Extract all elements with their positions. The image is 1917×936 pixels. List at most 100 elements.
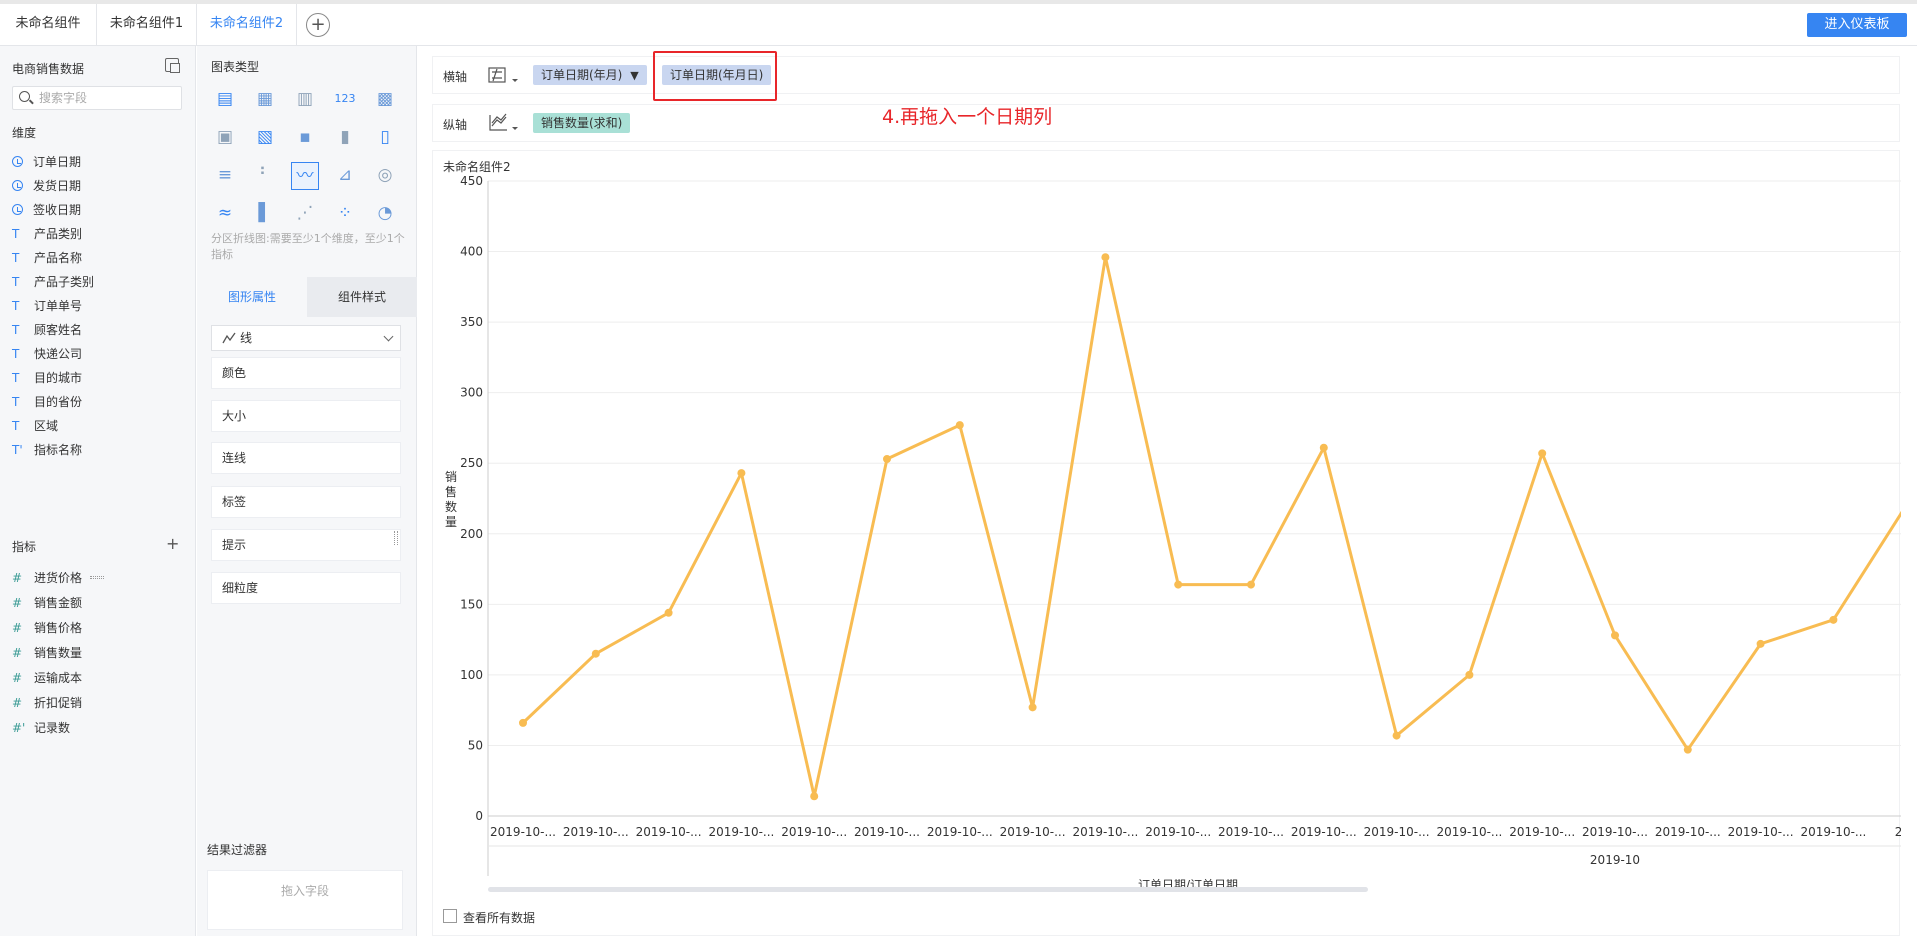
dimension-section-title: 维度 (12, 126, 37, 140)
field-search-box (12, 86, 182, 110)
y-axis-settings-icon[interactable] (487, 111, 521, 135)
component-title: 未命名组件2 (443, 160, 511, 174)
x-pill-order-date-month[interactable]: 订单日期(年月) ▼ (533, 65, 647, 85)
dimension-field[interactable]: 签收日期 (12, 198, 94, 222)
panel-resize-handle[interactable] (394, 531, 398, 545)
dimension-field[interactable]: T 产品名称 (12, 246, 94, 270)
stream-icon[interactable]: ≈ (211, 200, 239, 228)
dot-bar-icon[interactable]: ▪ (291, 124, 319, 152)
property-tooltip[interactable]: 提示 (211, 529, 401, 561)
chevron-down-icon (383, 331, 394, 342)
measure-field[interactable]: # 折扣促销 (12, 691, 82, 716)
y-pill-sales-quantity[interactable]: 销售数量(求和) (533, 113, 631, 133)
property-color[interactable]: 颜色 (211, 357, 401, 389)
property-label[interactable]: 标签 (211, 486, 401, 518)
column-chart-icon[interactable]: ▮ (331, 124, 359, 152)
tab-component-1[interactable]: 未命名组件1 (97, 4, 197, 45)
tab-graphic-properties[interactable]: 图形属性 (197, 277, 307, 317)
measure-field[interactable]: # 销售价格 (12, 616, 82, 641)
property-size[interactable]: 大小 (211, 400, 401, 432)
bubble-icon[interactable]: ⁘ (331, 200, 359, 228)
clock-icon (12, 180, 23, 191)
add-measure-icon[interactable]: + (166, 534, 179, 553)
x-tick-label: 2019-10-... (1072, 825, 1138, 839)
view-all-data-checkbox[interactable] (443, 909, 457, 923)
tab-component-style[interactable]: 组件样式 (307, 277, 417, 317)
partitioned-line-icon[interactable]: 〰 (291, 162, 319, 190)
x-tick-label: 201 (1895, 825, 1901, 839)
measure-field[interactable]: # 销售数量 (12, 641, 82, 666)
enter-dashboard-button[interactable]: 进入仪表板 (1807, 13, 1907, 37)
dimension-field[interactable]: T 产品子类别 (12, 270, 94, 294)
text-type-icon: T (12, 323, 20, 337)
measure-field[interactable]: # 进货价格 (12, 566, 82, 591)
y-tick-label: 0 (475, 809, 483, 823)
dimension-field[interactable]: T 顾客姓名 (12, 318, 94, 342)
y-tick-label: 200 (460, 527, 483, 541)
number-type-icon: # (12, 646, 23, 660)
dimension-field[interactable]: T 订单单号 (12, 294, 94, 318)
area-line-icon[interactable]: ⊿ (331, 162, 359, 190)
table-chart-icon[interactable]: ▤ (211, 86, 239, 114)
text-type-icon: T (12, 395, 20, 409)
dimension-field[interactable]: T 目的省份 (12, 390, 94, 414)
horizontal-scrollbar[interactable] (488, 887, 1368, 892)
x-group-label: 2019-10 (1590, 853, 1640, 867)
scatter-icon[interactable]: ⋰ (291, 200, 319, 228)
field-search-input[interactable] (39, 89, 179, 107)
kpi-number-icon[interactable]: 123 (331, 86, 359, 114)
dimension-field[interactable]: T 目的城市 (12, 366, 94, 390)
x-tick-label: 2019-10-... (708, 825, 774, 839)
heatmap-icon[interactable]: ▧ (251, 124, 279, 152)
y-tick-label: 400 (460, 245, 483, 259)
range-bar-icon[interactable]: ≡ (211, 162, 239, 190)
data-point (1101, 253, 1110, 262)
view-all-data-label: 查看所有数据 (463, 911, 536, 925)
dimension-list: 订单日期 发货日期 签收日期 T 产品类别 T 产品名称 T 产品子类别 T 订单单号 … (12, 150, 94, 462)
dimension-field[interactable]: 订单日期 (12, 150, 94, 174)
number-type-icon: # (12, 671, 23, 685)
result-filter-dropzone[interactable]: 拖入字段 (207, 870, 403, 930)
multi-table-icon[interactable]: ▩ (371, 86, 399, 114)
chart-panel: 0 50 100 150 200 250 300 350 400 450 销售数量 2019-10-.… (432, 150, 1901, 936)
grouped-column-icon[interactable]: ▌ (251, 200, 279, 228)
y-axis-label: 纵轴 (443, 118, 468, 132)
crosstab-chart-icon[interactable]: ▦ (251, 86, 279, 114)
y-tick-label: 450 (460, 174, 483, 188)
x-tick-label: 2019-10-... (927, 825, 993, 839)
x-tick-label: 2019-10-... (1728, 825, 1794, 839)
dimension-field[interactable]: T 产品类别 (12, 222, 94, 246)
tab-component-0[interactable]: 未命名组件 (0, 4, 97, 45)
measure-field[interactable]: #' 记录数 (12, 716, 82, 741)
app-root: 未命名组件 未命名组件1 未命名组件2 + 进入仪表板 电商销售数据 维度 订单… (0, 0, 1917, 936)
measure-field[interactable]: # 销售金额 (12, 591, 82, 616)
tab-component-2[interactable]: 未命名组件2 (197, 4, 297, 45)
dimension-field[interactable]: T 快递公司 (12, 342, 94, 366)
add-tab-icon[interactable]: + (306, 13, 330, 37)
measure-field[interactable]: # 运输成本 (12, 666, 82, 691)
bar-dot-icon[interactable]: ▣ (211, 124, 239, 152)
switch-dataset-icon[interactable] (165, 58, 180, 73)
radar-icon[interactable]: ◎ (371, 162, 399, 190)
pie-icon[interactable]: ◔ (371, 200, 399, 228)
data-point (591, 649, 600, 658)
mark-type-select[interactable]: 线 (211, 325, 401, 351)
panel-splitter-handle[interactable] (90, 576, 104, 579)
y-axis-title-char: 售 (445, 484, 457, 499)
x-axis-settings-icon[interactable] (487, 63, 521, 87)
x-tick-label: 2019-10-... (1436, 825, 1502, 839)
x-tick-label: 2019-10-... (1000, 825, 1066, 839)
filter-icon: ▼ (630, 69, 639, 82)
stacked-column-icon[interactable]: ▯ (371, 124, 399, 152)
series-line (521, 255, 1901, 798)
dimension-field[interactable]: 发货日期 (12, 174, 94, 198)
clock-icon (12, 204, 23, 215)
property-granularity[interactable]: 细粒度 (211, 572, 401, 604)
detail-table-icon[interactable]: ▥ (291, 86, 319, 114)
property-connect[interactable]: 连线 (211, 442, 401, 474)
data-point (1756, 639, 1765, 648)
step-icon[interactable]: ⠃ (251, 162, 279, 190)
chart-type-title: 图表类型 (211, 60, 260, 74)
dimension-field[interactable]: T' 指标名称 (12, 438, 94, 462)
dimension-field[interactable]: T 区域 (12, 414, 94, 438)
